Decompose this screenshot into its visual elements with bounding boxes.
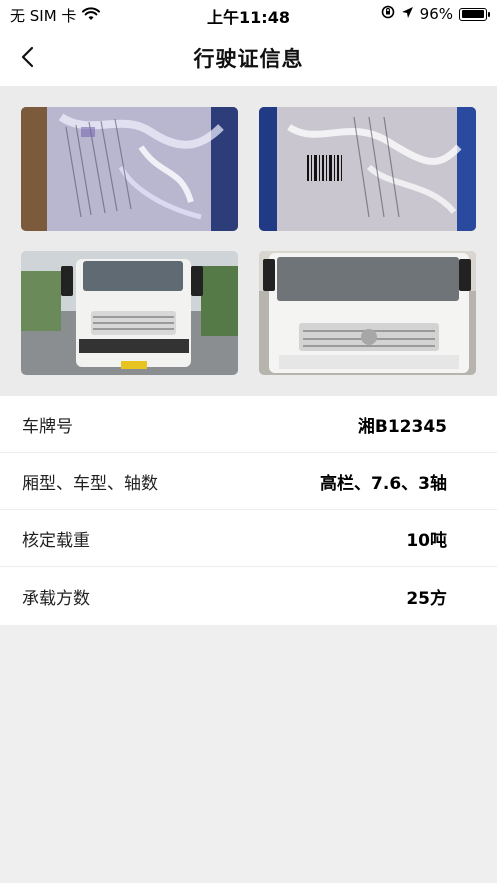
status-bar: 无 SIM 卡 上午11:48 96% bbox=[0, 0, 497, 28]
vehicle-type-value: 高栏、7.6、3轴 bbox=[320, 473, 447, 494]
location-arrow-icon bbox=[401, 5, 414, 23]
info-row-volume: 承载方数 25方 bbox=[0, 567, 497, 625]
truck-photo-front-2[interactable] bbox=[259, 251, 476, 375]
page-title: 行驶证信息 bbox=[193, 47, 304, 71]
info-row-plate: 车牌号 湘B12345 bbox=[0, 396, 497, 453]
navigation-bar: 行驶证信息 bbox=[0, 28, 497, 86]
rated-load-value: 10吨 bbox=[406, 530, 447, 551]
orientation-lock-icon bbox=[381, 5, 395, 23]
rated-load-label: 核定载重 bbox=[22, 530, 90, 551]
vehicle-info-list: 车牌号 湘B12345 厢型、车型、轴数 高栏、7.6、3轴 核定载重 10吨 … bbox=[0, 396, 497, 625]
info-row-vehicle-type: 厢型、车型、轴数 高栏、7.6、3轴 bbox=[0, 453, 497, 510]
info-row-rated-load: 核定载重 10吨 bbox=[0, 510, 497, 567]
status-right: 96% bbox=[381, 5, 490, 23]
plate-value: 湘B12345 bbox=[357, 416, 447, 437]
battery-icon bbox=[459, 7, 490, 21]
license-photo-1[interactable] bbox=[21, 107, 238, 231]
photo-grid bbox=[0, 86, 497, 396]
volume-value: 25方 bbox=[406, 588, 447, 609]
volume-label: 承载方数 bbox=[22, 588, 90, 609]
vehicle-type-label: 厢型、车型、轴数 bbox=[22, 473, 158, 494]
battery-level bbox=[461, 10, 484, 18]
plate-label: 车牌号 bbox=[22, 416, 73, 437]
license-photo-2[interactable] bbox=[259, 107, 476, 231]
battery-percent: 96% bbox=[419, 5, 453, 23]
truck-photo-front-1[interactable] bbox=[21, 251, 238, 375]
